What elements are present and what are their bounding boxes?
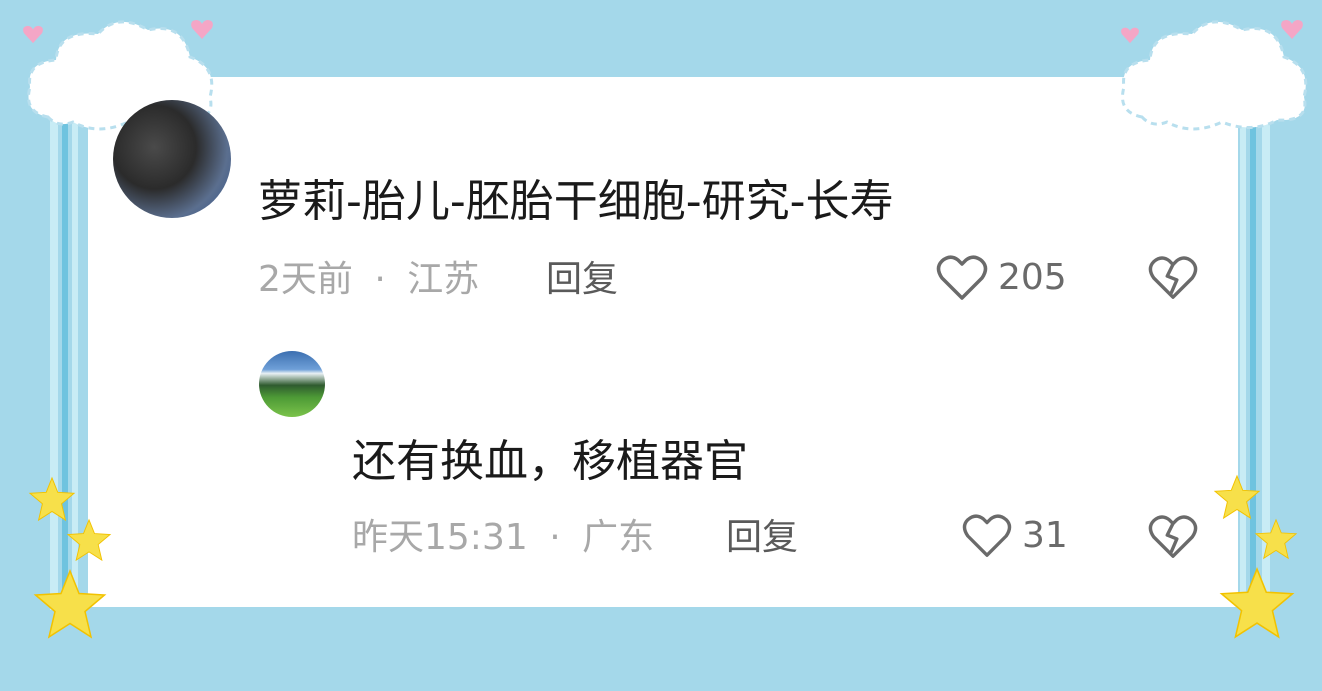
comment-meta: 昨天15:31 · 广东 xyxy=(352,516,654,560)
like-count: 205 xyxy=(998,257,1067,298)
star-decoration xyxy=(1254,518,1298,560)
comment-text: 萝莉-胎儿-胚胎干细胞-研究-长寿 xyxy=(258,176,894,227)
like-count: 31 xyxy=(1022,515,1068,556)
avatar[interactable] xyxy=(113,100,231,218)
reply-button[interactable]: 回复 xyxy=(546,258,618,302)
star-decoration xyxy=(1219,567,1295,639)
comment-meta: 2天前 · 江苏 xyxy=(258,258,479,302)
pink-heart-decoration xyxy=(1121,27,1139,44)
like-button[interactable]: 31 xyxy=(962,513,1068,559)
heart-outline-icon xyxy=(962,514,1012,557)
broken-heart-icon[interactable] xyxy=(1148,254,1198,302)
meta-separator: · xyxy=(374,259,386,300)
pink-heart-decoration xyxy=(1281,20,1303,39)
star-decoration xyxy=(66,518,112,562)
like-button[interactable]: 205 xyxy=(936,254,1067,302)
comment-time: 2天前 xyxy=(258,259,353,300)
broken-heart-icon[interactable] xyxy=(1148,513,1198,561)
star-decoration xyxy=(33,568,107,639)
star-decoration xyxy=(1213,474,1261,520)
meta-separator: · xyxy=(549,517,561,558)
comment-location: 江苏 xyxy=(407,259,480,300)
star-decoration xyxy=(28,476,76,522)
comment-location: 广东 xyxy=(582,517,655,558)
heart-outline-icon xyxy=(936,255,988,300)
pink-heart-decoration xyxy=(191,20,213,39)
comment-text: 还有换血，移植器官 xyxy=(352,436,748,487)
reply-button[interactable]: 回复 xyxy=(726,516,798,560)
avatar[interactable] xyxy=(259,351,325,417)
comment-time: 昨天15:31 xyxy=(352,517,528,558)
pink-heart-decoration xyxy=(23,25,43,44)
